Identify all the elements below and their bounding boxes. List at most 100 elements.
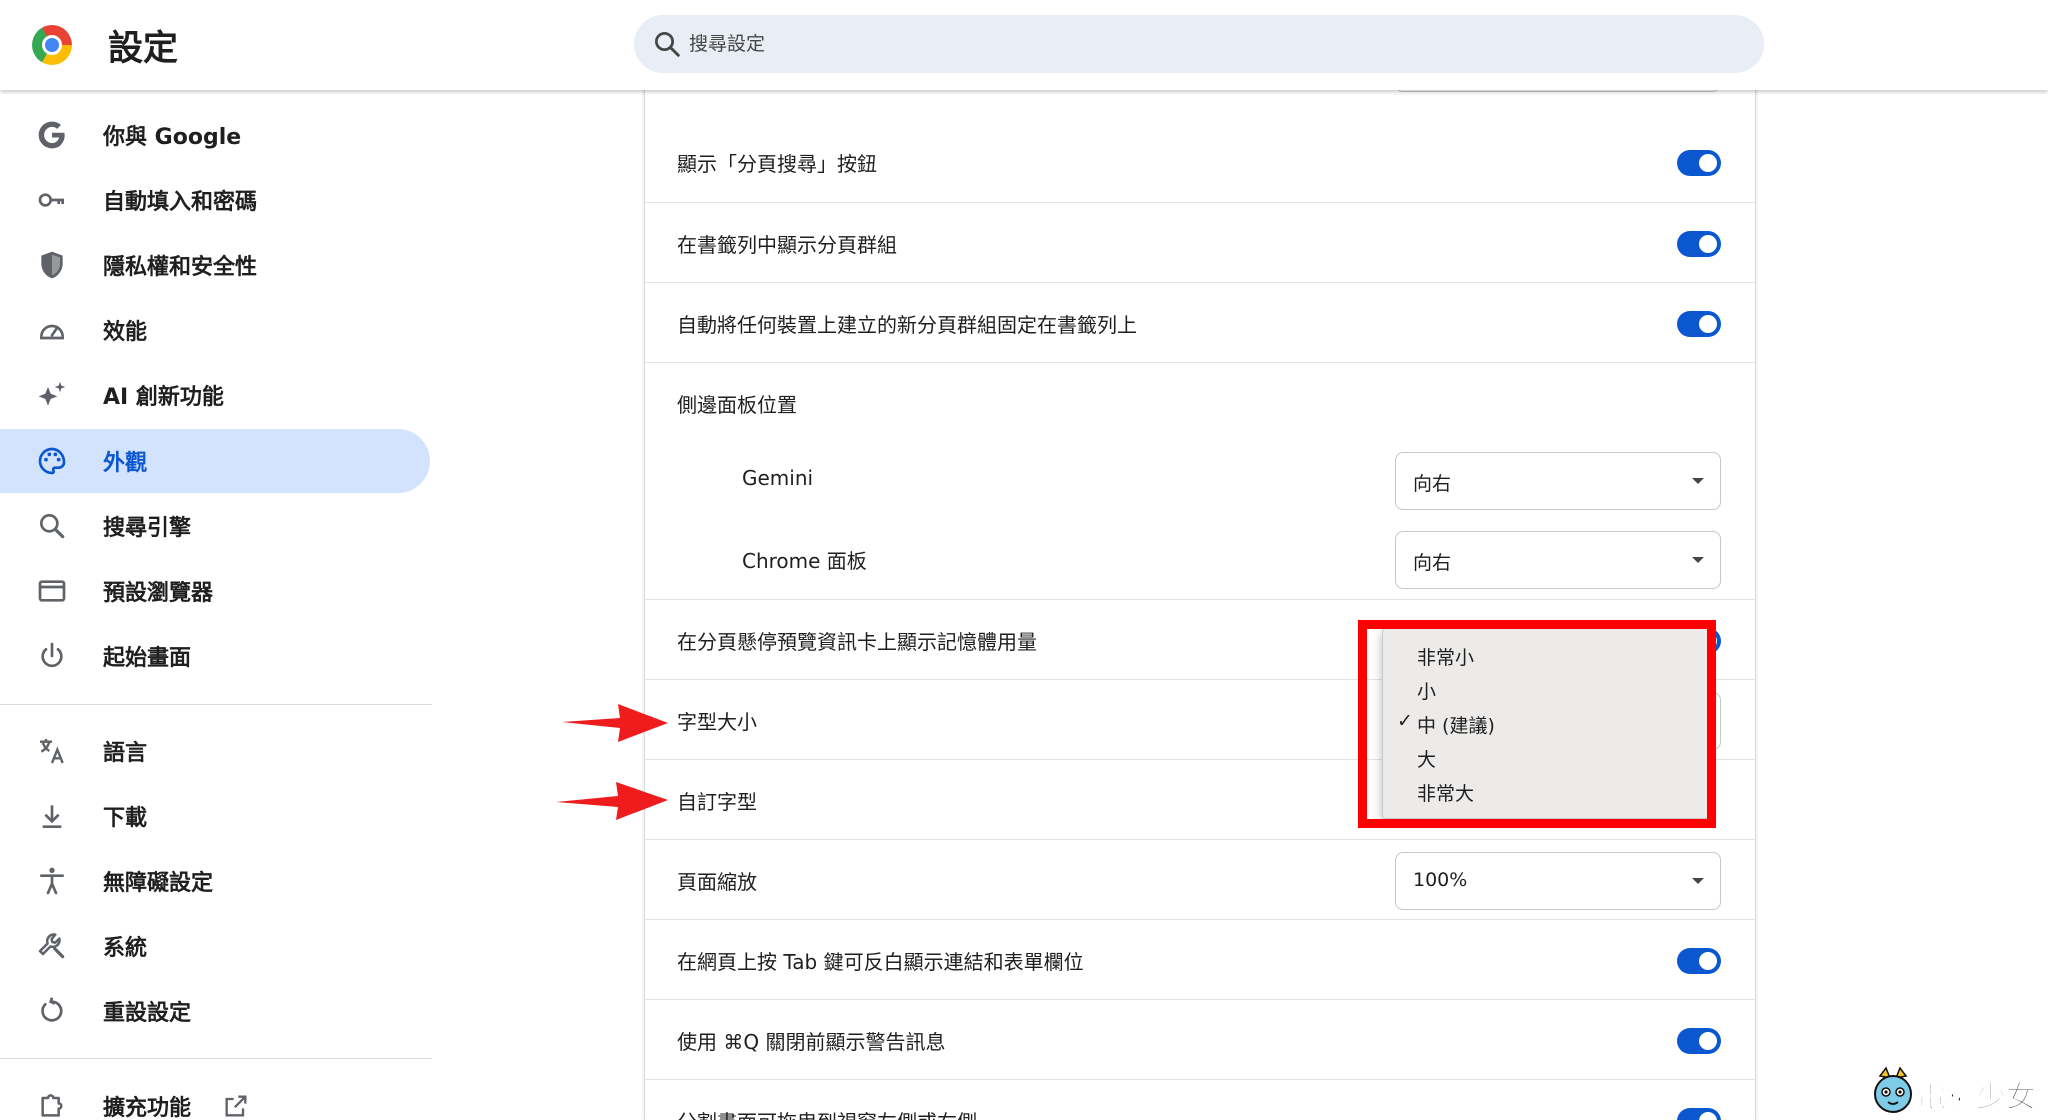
annotation-arrow-custom-font	[556, 782, 668, 820]
toggle-switch[interactable]	[1677, 150, 1721, 176]
sidebar-item-label: 系統	[103, 936, 148, 961]
toggle-switch[interactable]	[1677, 948, 1721, 974]
chrome-logo-icon	[32, 25, 72, 65]
option-label: 非常大	[1417, 783, 1475, 805]
setting-row: 在網頁上按 Tab 鍵可反白顯示連結和表單欄位	[645, 919, 1755, 999]
setting-row-gemini: Gemini 向右	[645, 440, 1755, 520]
setting-label: 在書籤列中顯示分頁群組	[677, 233, 897, 257]
option-label: 大	[1417, 749, 1437, 771]
setting-row-page-zoom: 頁面縮放 100%	[645, 839, 1755, 919]
toggle-switch[interactable]	[1677, 1108, 1721, 1120]
dropdown-arrow-icon	[1692, 478, 1704, 484]
search-input[interactable]	[689, 25, 1739, 63]
setting-row: 使用 ⌘Q 關閉前顯示警告訊息	[645, 999, 1755, 1079]
chrome-panel-position-select[interactable]: 向右	[1395, 531, 1721, 589]
sidebar-item-performance[interactable]: 效能	[0, 298, 430, 362]
sidebar-item-label: 預設瀏覽器	[103, 581, 214, 606]
toggle-switch[interactable]	[1677, 1028, 1721, 1054]
browser-window-icon	[38, 580, 66, 602]
sidebar-item-label: AI 創新功能	[103, 385, 224, 410]
settings-header: 設定	[0, 0, 2048, 90]
sidebar-item-label: 效能	[103, 320, 148, 345]
toggle-knob	[1699, 952, 1717, 970]
sidebar-item-privacy[interactable]: 隱私權和安全性	[0, 233, 430, 297]
dropdown-option[interactable]: 小	[1383, 671, 1708, 705]
option-label: 小	[1417, 681, 1437, 703]
setting-label: 顯示「分頁搜尋」按鈕	[677, 152, 877, 176]
sidebar-item-label: 下載	[103, 806, 148, 831]
sidebar-item-appearance[interactable]: 外觀	[0, 429, 430, 493]
setting-label: 在網頁上按 Tab 鍵可反白顯示連結和表單欄位	[677, 950, 1084, 974]
translate-icon	[40, 739, 64, 764]
dropdown-option[interactable]: 非常小	[1383, 637, 1708, 671]
setting-row: 在書籤列中顯示分頁群組	[645, 202, 1755, 282]
setting-row: 自動將任何裝置上建立的新分頁群組固定在書籤列上	[645, 282, 1755, 362]
page-zoom-select[interactable]: 100%	[1395, 852, 1721, 910]
toggle-knob	[1699, 154, 1717, 172]
page-title: 設定	[108, 29, 179, 69]
sidebar-divider	[0, 704, 432, 705]
dropdown-arrow-icon	[1692, 878, 1704, 884]
checkmark-icon: ✓	[1397, 710, 1413, 732]
toggle-knob	[1699, 1032, 1717, 1050]
gemini-position-select[interactable]: 向右	[1395, 452, 1721, 510]
shield-icon	[41, 251, 63, 279]
toggle-knob	[1699, 1112, 1717, 1120]
sidebar-item-default-browser[interactable]: 預設瀏覽器	[0, 559, 430, 623]
google-g-icon	[38, 121, 65, 149]
sidebar-item-label: 自動填入和密碼	[103, 190, 258, 215]
reset-icon	[41, 997, 63, 1022]
setting-label: Chrome 面板	[742, 549, 867, 573]
sidebar-item-label: 起始畫面	[103, 646, 192, 671]
dropdown-option[interactable]: 大	[1383, 739, 1708, 773]
power-icon	[41, 642, 63, 668]
setting-label: 字型大小	[677, 710, 757, 734]
select-value: 向右	[1413, 473, 1452, 495]
mascot-icon	[1874, 1066, 1912, 1113]
select-value: 100%	[1413, 869, 1468, 891]
sidebar-item-downloads[interactable]: 下載	[0, 784, 430, 848]
sidebar-item-system[interactable]: 系統	[0, 914, 430, 978]
sidebar-item-on-startup[interactable]: 起始畫面	[0, 624, 430, 688]
sidebar-item-label: 搜尋引擎	[103, 516, 192, 541]
sidebar-item-extensions[interactable]: 擴充功能	[0, 1074, 430, 1120]
setting-label: 頁面縮放	[677, 870, 757, 894]
toggle-switch[interactable]	[1677, 311, 1721, 337]
palette-icon	[38, 447, 66, 475]
wrench-icon	[38, 933, 65, 959]
toggle-knob	[1699, 235, 1717, 253]
sidebar-item-label: 擴充功能	[103, 1096, 192, 1120]
sidebar-item-label: 無障礙設定	[103, 871, 214, 896]
sidebar-item-label: 重設設定	[103, 1001, 192, 1026]
setting-label: 在分頁懸停預覽資訊卡上顯示記憶體用量	[677, 630, 1037, 654]
search-box[interactable]	[634, 15, 1764, 73]
setting-row: 顯示「分頁搜尋」按鈕	[645, 122, 1755, 202]
search-icon	[655, 32, 680, 57]
external-link-icon[interactable]	[222, 1092, 250, 1120]
option-label: 中 (建議)	[1417, 715, 1495, 737]
speedometer-icon	[40, 324, 64, 340]
sidebar-item-languages[interactable]: 語言	[0, 719, 430, 783]
select-value: 向右	[1413, 552, 1452, 574]
setting-row-side-panel: 側邊面板位置	[645, 362, 1755, 442]
setting-label: 自訂字型	[677, 790, 757, 814]
sidebar-item-you-and-google[interactable]: 你與 Google	[0, 103, 430, 167]
search-icon	[39, 514, 65, 539]
sidebar-item-ai[interactable]: AI 創新功能	[0, 363, 430, 427]
sidebar-divider	[0, 1058, 432, 1059]
setting-label: 使用 ⌘Q 關閉前顯示警告訊息	[677, 1030, 946, 1054]
font-size-dropdown-menu: 非常小 小 ✓ 中 (建議) 大 非常大	[1382, 628, 1709, 819]
download-icon	[42, 805, 62, 828]
sidebar-item-search-engine[interactable]: 搜尋引擎	[0, 494, 430, 558]
sidebar-item-label: 隱私權和安全性	[103, 255, 258, 280]
dropdown-option[interactable]: 非常大	[1383, 773, 1708, 807]
toggle-switch[interactable]	[1677, 231, 1721, 257]
sidebar-item-accessibility[interactable]: 無障礙設定	[0, 849, 430, 913]
dropdown-option-selected[interactable]: ✓ 中 (建議)	[1383, 705, 1708, 739]
setting-row: 分割畫面可拖曳到視窗左側或右側	[645, 1079, 1755, 1120]
sidebar-item-reset[interactable]: 重設設定	[0, 979, 430, 1043]
annotation-arrow-font-size	[562, 704, 668, 742]
puzzle-icon	[41, 1094, 63, 1117]
sidebar-item-autofill[interactable]: 自動填入和密碼	[0, 168, 430, 232]
sidebar-item-label: 語言	[103, 741, 148, 766]
